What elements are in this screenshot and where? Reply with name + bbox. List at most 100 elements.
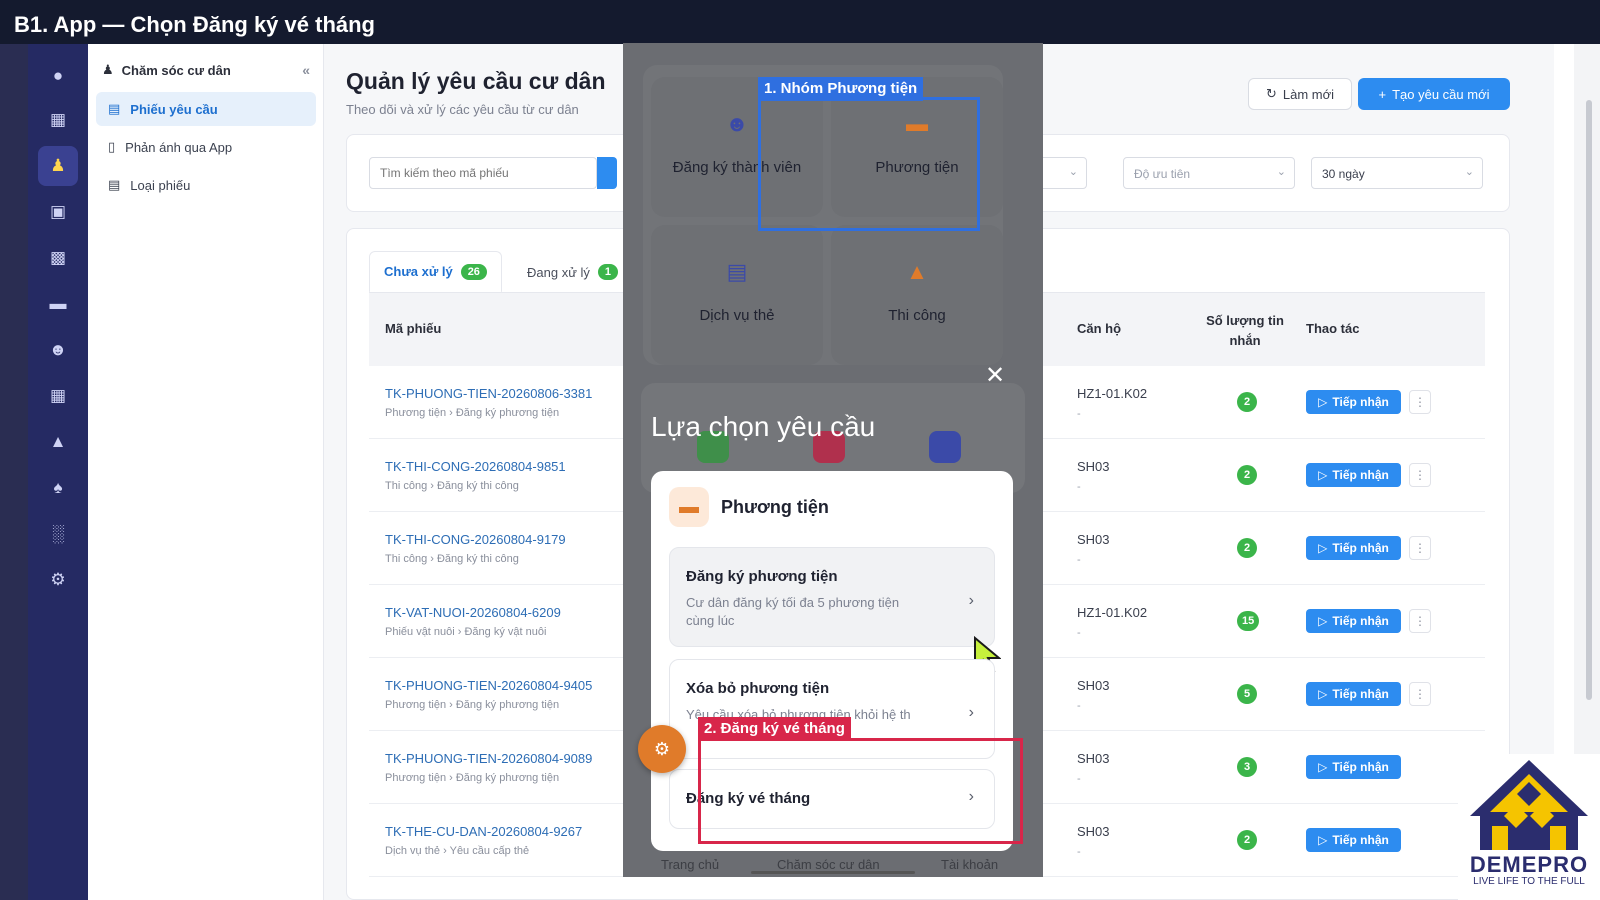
accept-button[interactable]: ▷ Tiếp nhận <box>1306 609 1401 633</box>
subnav-item-ticket-types[interactable]: ▤ Loại phiếu <box>96 168 316 202</box>
video-title-bar: B1. App — Chọn Đăng ký vé tháng <box>0 0 1600 44</box>
apartment-code: HZ1-01.K02 <box>1077 386 1148 401</box>
apartment-code: HZ1-01.K02 <box>1077 605 1148 620</box>
more-options-icon[interactable]: ⋮ <box>1409 536 1431 560</box>
chevron-down-icon: ⌄ <box>1068 166 1078 178</box>
nav-home[interactable]: Trang chủ <box>661 857 719 872</box>
car-icon: ▬ <box>669 487 709 527</box>
message-count-badge: 2 <box>1237 465 1257 485</box>
page-subtitle: Theo dõi và xử lý các yêu cầu từ cư dân <box>346 102 579 117</box>
video-title: B1. App — Chọn Đăng ký vé tháng <box>14 12 375 37</box>
person-icon[interactable]: ♠ <box>38 468 78 508</box>
accept-button[interactable]: ▷ Tiếp nhận <box>1306 536 1401 560</box>
logo-tagline: LIVE LIFE TO THE FULL <box>1473 876 1585 887</box>
search-button[interactable] <box>597 157 617 189</box>
store-icon[interactable]: ▲ <box>38 422 78 462</box>
apartment-code: SH03 <box>1077 678 1110 693</box>
list-icon: ▤ <box>108 177 121 192</box>
sheet-group-header: ▬ Phương tiện <box>669 487 829 527</box>
accept-button[interactable]: ▷ Tiếp nhận <box>1306 390 1401 414</box>
ticket-code[interactable]: TK-THI-CONG-20260804-9851 <box>385 459 566 474</box>
apartment-code: SH03 <box>1077 751 1110 766</box>
accept-label: Tiếp nhận <box>1332 687 1389 701</box>
tab-label: Chưa xử lý <box>384 264 453 279</box>
resident-care-icon[interactable]: ♟ <box>38 146 78 186</box>
car-icon[interactable]: ▬ <box>38 284 78 324</box>
refresh-button[interactable]: ↻ Làm mới <box>1248 78 1352 110</box>
column-header-apartment[interactable]: Căn hộ <box>1077 321 1121 336</box>
user-icon[interactable]: ● <box>38 56 78 96</box>
apartment-code: SH03 <box>1077 824 1110 839</box>
period-select[interactable]: 30 ngày ⌄ <box>1311 157 1483 189</box>
tile-label: Dịch vụ thẻ <box>699 307 775 324</box>
accept-label: Tiếp nhận <box>1332 395 1389 409</box>
more-options-icon[interactable]: ⋮ <box>1409 390 1431 414</box>
count-badge: 1 <box>597 264 619 280</box>
icon-rail: ● ▦ ♟ ▣ ▩ ▬ ☻ ▦ ▲ ♠ ░ ⚙ <box>28 44 88 900</box>
subnav-item-requests[interactable]: ▤ Phiếu yêu cầu <box>96 92 316 126</box>
ticket-code[interactable]: TK-PHUONG-TIEN-20260804-9405 <box>385 678 592 693</box>
accept-label: Tiếp nhận <box>1332 833 1389 847</box>
tile-card-services[interactable]: ▤ Dịch vụ thẻ <box>651 225 823 365</box>
tab-label: Đang xử lý <box>527 264 590 280</box>
chevron-right-icon: › <box>968 704 974 721</box>
close-icon[interactable]: ✕ <box>985 361 1005 390</box>
briefcase-icon[interactable]: ▩ <box>38 238 78 278</box>
play-circle-icon: ▷ <box>1318 833 1328 847</box>
bug-report-button[interactable]: ⚙ <box>638 725 686 773</box>
tab-pending[interactable]: Chưa xử lý 26 <box>369 251 502 293</box>
ticket-code[interactable]: TK-PHUONG-TIEN-20260806-3381 <box>385 386 592 401</box>
option-register-vehicle[interactable]: Đăng ký phương tiện Cư dân đăng ký tối đ… <box>669 547 1001 675</box>
period-value: 30 ngày <box>1322 167 1365 181</box>
search-input[interactable] <box>369 157 597 189</box>
more-options-icon[interactable]: ⋮ <box>1409 682 1431 706</box>
apartment-sub: - <box>1077 554 1081 566</box>
column-header-code[interactable]: Mã phiếu <box>385 321 441 336</box>
tab-in-progress[interactable]: Đang xử lý 1 <box>513 251 632 293</box>
calculator-icon[interactable]: ▣ <box>38 192 78 232</box>
ticket-code[interactable]: TK-THI-CONG-20260804-9179 <box>385 532 566 547</box>
count-badge: 26 <box>460 263 487 280</box>
sheet-title: Lựa chọn yêu cầu <box>651 411 876 442</box>
ticket-code[interactable]: TK-THE-CU-DAN-20260804-9267 <box>385 824 582 839</box>
tile-construction[interactable]: ▲ Thi công <box>831 225 1003 365</box>
annotation-label-step2: 2. Đăng ký vé tháng <box>698 717 851 741</box>
building-icon[interactable]: ▦ <box>38 100 78 140</box>
apartment-sub: - <box>1077 700 1081 712</box>
sheet-group-title: Phương tiện <box>721 496 829 517</box>
more-options-icon[interactable]: ⋮ <box>1409 609 1431 633</box>
create-request-button[interactable]: + Tạo yêu cầu mới <box>1358 78 1510 110</box>
phone-icon: ▯ <box>108 139 116 154</box>
column-header-messages[interactable]: Số lượng tin nhắn <box>1195 311 1295 351</box>
apartment-icon[interactable]: ▦ <box>38 376 78 416</box>
annotation-box-step2 <box>698 738 1023 844</box>
apartment-code: SH03 <box>1077 532 1110 547</box>
accept-button[interactable]: ▷ Tiếp nhận <box>1306 463 1401 487</box>
accept-button[interactable]: ▷ Tiếp nhận <box>1306 682 1401 706</box>
priority-select[interactable]: Độ ưu tiên ⌄ <box>1123 157 1295 189</box>
apartment-sub: - <box>1077 773 1081 785</box>
group-icon[interactable]: ☻ <box>38 330 78 370</box>
resident-care-icon: ♟ <box>102 62 114 77</box>
accept-button[interactable]: ▷ Tiếp nhận <box>1306 755 1401 779</box>
ticket-code[interactable]: TK-PHUONG-TIEN-20260804-9089 <box>385 751 592 766</box>
left-border <box>0 44 28 900</box>
house-logo-icon <box>1470 760 1588 850</box>
message-count-badge: 2 <box>1237 830 1257 850</box>
play-circle-icon: ▷ <box>1318 541 1328 555</box>
collapse-icon[interactable]: « <box>302 62 310 78</box>
nav-resident-care[interactable]: Chăm sóc cư dân <box>777 857 880 872</box>
chart-icon[interactable]: ░ <box>38 514 78 554</box>
subnav-item-app-feedback[interactable]: ▯ Phản ánh qua App <box>96 130 316 164</box>
id-card-icon: ▤ <box>726 259 748 284</box>
accept-button[interactable]: ▷ Tiếp nhận <box>1306 828 1401 852</box>
chevron-down-icon: ⌄ <box>1464 166 1474 178</box>
subnav-header-label: Chăm sóc cư dân <box>121 62 231 78</box>
more-options-icon[interactable]: ⋮ <box>1409 463 1431 487</box>
play-circle-icon: ▷ <box>1318 468 1328 482</box>
ticket-code[interactable]: TK-VAT-NUOI-20260804-6209 <box>385 605 561 620</box>
scrollbar[interactable] <box>1586 100 1592 700</box>
ticket-icon: ▤ <box>108 101 121 116</box>
gear-icon[interactable]: ⚙ <box>38 560 78 600</box>
nav-account[interactable]: Tài khoản <box>941 857 998 872</box>
